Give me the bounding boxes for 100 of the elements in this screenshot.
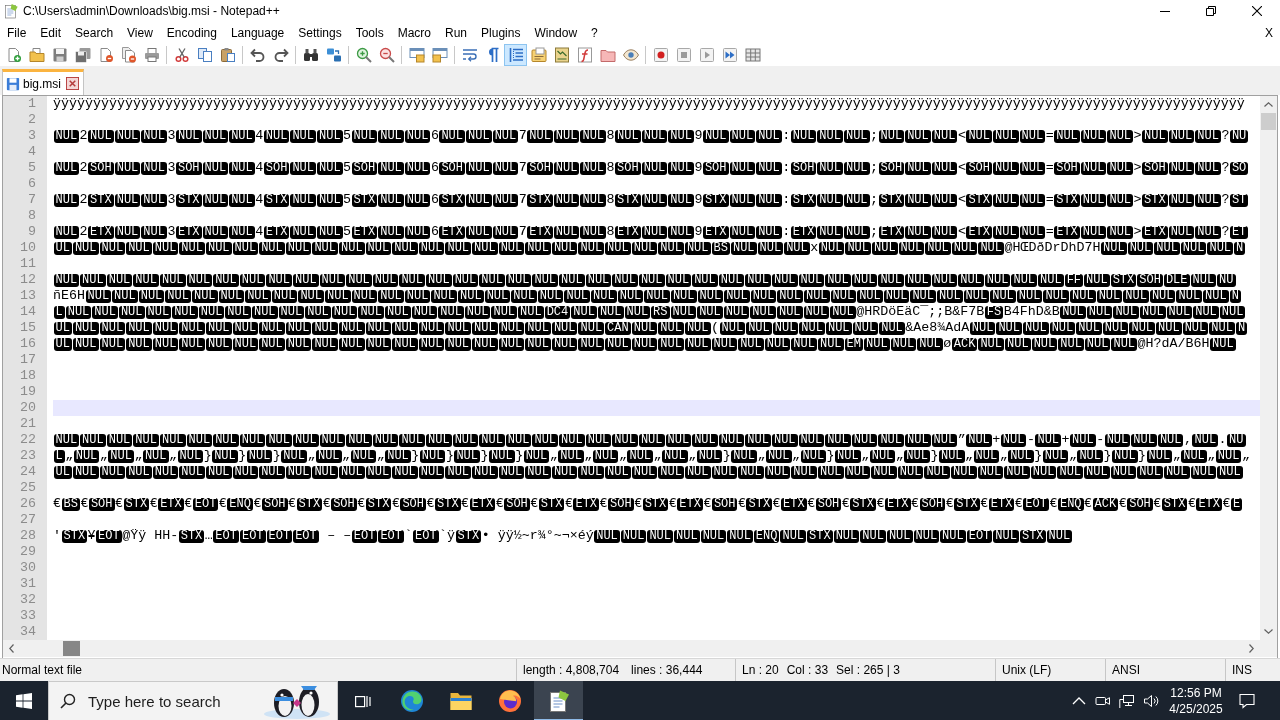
control-character: NUL — [466, 161, 492, 175]
control-character: NUL — [99, 465, 126, 479]
control-character: NUL — [142, 449, 169, 463]
editor-text: 2 — [79, 192, 88, 208]
restore-icon — [1206, 6, 1216, 16]
menu-item[interactable]: File — [0, 23, 34, 42]
control-character: NUL — [505, 273, 532, 287]
control-character: ETX — [351, 225, 378, 239]
control-character: NUL — [594, 529, 620, 543]
control-character: NUL — [665, 273, 692, 287]
control-character: NUL — [1168, 129, 1195, 143]
control-character: NUL — [718, 273, 745, 287]
control-character: NUL — [472, 465, 498, 479]
control-character: NUL — [750, 305, 776, 319]
control-character: NUL — [559, 433, 585, 447]
control-character: NUL — [711, 337, 738, 351]
editor-text: = — [1045, 192, 1054, 208]
search-field[interactable]: Type here to search — [88, 690, 263, 712]
editor-text: + — [1061, 432, 1070, 448]
control-character: SOH — [711, 497, 738, 511]
control-character: NUL — [668, 193, 694, 207]
control-character: NUL — [1046, 529, 1073, 543]
menu-item[interactable]: Run — [438, 23, 475, 42]
menu-item[interactable]: ? — [584, 23, 605, 42]
control-character: NUL — [1123, 289, 1149, 303]
control-character: NUL — [780, 529, 807, 543]
control-character: NUL — [114, 225, 141, 239]
editor-text: € — [288, 496, 297, 512]
function-list-icon — [576, 46, 593, 63]
close-document-button[interactable]: X — [1265, 23, 1273, 42]
control-character: SOH — [261, 497, 288, 511]
control-character: NUL — [1060, 305, 1086, 319]
control-character: NUL — [905, 273, 931, 287]
control-character: NUL — [844, 465, 871, 479]
editor-text: B4FhD&B — [1003, 304, 1060, 320]
clock-button[interactable]: 12:56 PM 4/25/2025 — [1163, 681, 1229, 720]
control-character: STX — [178, 529, 205, 543]
editor-text: @H?dA/B6H — [1137, 336, 1210, 352]
close-tab-icon[interactable] — [66, 77, 79, 90]
control-character: NUL — [472, 321, 498, 335]
menu-item[interactable]: Language — [223, 23, 292, 42]
control-character: NUL — [897, 465, 924, 479]
control-character: NUL — [492, 193, 519, 207]
control-character: ET — [1229, 225, 1249, 239]
control-character: NUL — [605, 337, 631, 351]
control-character: NUL — [612, 433, 638, 447]
editor-text: „ — [999, 448, 1008, 464]
play-icon — [698, 46, 715, 63]
menu-item[interactable]: Edit — [33, 23, 69, 42]
grid-icon — [744, 46, 761, 63]
control-character: NUL — [1043, 289, 1070, 303]
control-character: NUL — [339, 465, 365, 479]
control-character: NUL — [1168, 225, 1195, 239]
menu-item[interactable]: Settings — [291, 23, 349, 42]
vertical-scrollbar[interactable] — [1260, 96, 1277, 640]
menu-item[interactable]: Window — [527, 23, 585, 42]
control-character: NUL — [764, 337, 791, 351]
menu-item[interactable]: Macro — [390, 23, 438, 42]
editor-text: € — [218, 496, 227, 512]
control-character: NUL — [466, 129, 492, 143]
editor-text: 2 — [79, 224, 88, 240]
control-character: NUL — [580, 193, 607, 207]
control-character: NUL — [452, 433, 479, 447]
horizontal-scrollbar[interactable] — [3, 640, 1260, 657]
scrollbar-thumb[interactable] — [1261, 113, 1276, 130]
control-character: NUL — [418, 337, 445, 351]
control-character: NUL — [1166, 305, 1193, 319]
control-character: NUL — [186, 433, 213, 447]
editor-text: „ — [1207, 448, 1216, 464]
control-character: NUL — [1129, 321, 1156, 335]
control-character: NUL — [404, 161, 431, 175]
editor-text: : — [782, 192, 791, 208]
menu-item[interactable]: Encoding — [159, 23, 224, 42]
control-character: NUL — [551, 241, 578, 255]
search-box[interactable]: Type here to search — [48, 681, 338, 720]
control-character: NUL — [385, 449, 411, 463]
control-character: NUL — [133, 433, 159, 447]
control-character: NUL — [1168, 161, 1195, 175]
editor-text: „ — [65, 448, 74, 464]
editor-text: € — [149, 496, 158, 512]
control-character: NUL — [492, 225, 519, 239]
editor-text: ÿÿÿÿÿÿÿÿÿÿÿÿÿÿÿÿÿÿÿÿÿÿÿÿÿÿÿÿÿÿÿÿÿÿÿÿÿÿÿÿÿÿÿÿÿÿÿÿÿÿÿÿÿÿÿÿÿÿÿÿÿÿÿÿÿÿÿÿÿÿÿÿÿÿÿÿÿÿÿÿÿÿÿÿÿÿÿÿÿÿÿÿÿÿÿÿÿÿÿÿÿÿÿÿÿÿÿÿÿÿÿÿÿÿÿÿÿÿÿÿÿÿÿÿÿÿÿÿÿÿÿÿÿÿÿÿÿÿÿÿÿÿÿÿÿÿÿÿÿ — [53, 96, 1245, 112]
scrollbar-thumb[interactable] — [63, 641, 80, 656]
control-character: NUL — [1019, 225, 1046, 239]
menu-item[interactable]: View — [120, 23, 160, 42]
editor-text: € — [530, 496, 539, 512]
menu-item[interactable]: Search — [68, 23, 121, 42]
menu-item[interactable]: Plugins — [474, 23, 528, 42]
control-character: EOT — [1023, 497, 1049, 511]
indent-guide-button[interactable] — [504, 43, 527, 66]
editor-text: 2 — [79, 128, 88, 144]
document-tab[interactable]: big.msi — [2, 69, 84, 95]
control-character: STX — [351, 193, 378, 207]
control-character: NUL — [662, 449, 688, 463]
control-character: STX — [1161, 497, 1188, 511]
control-character: NUL — [871, 465, 897, 479]
taskbar-app-button[interactable] — [534, 681, 583, 720]
control-character: STX — [807, 529, 833, 543]
menu-item[interactable]: Tools — [348, 23, 391, 42]
control-character: NUL — [729, 193, 756, 207]
